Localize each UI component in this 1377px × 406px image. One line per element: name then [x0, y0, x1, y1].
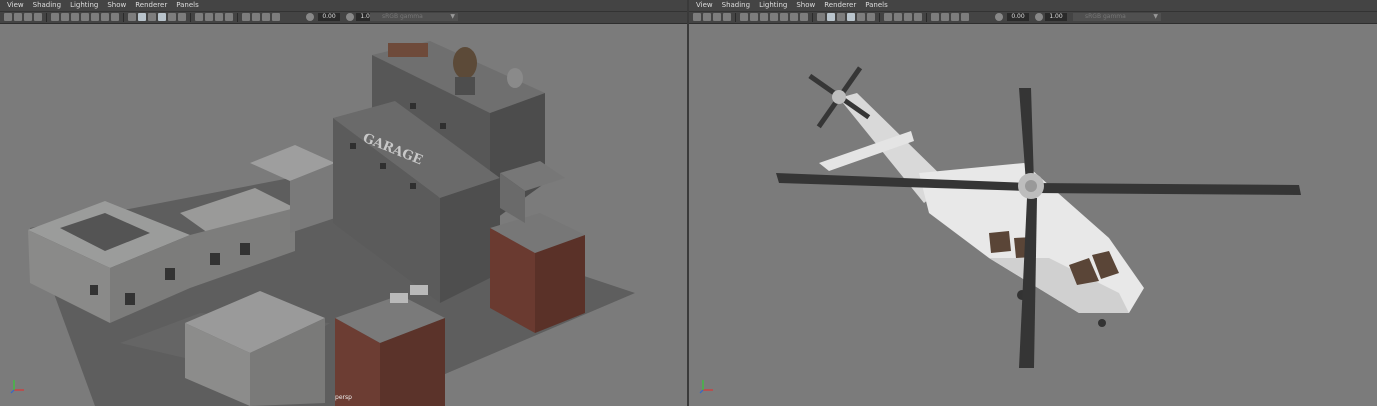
- menu-panels[interactable]: Panels: [865, 0, 888, 11]
- texture-icon[interactable]: [847, 13, 855, 21]
- camera-icon[interactable]: [4, 13, 12, 21]
- menu-shading[interactable]: Shading: [33, 0, 61, 11]
- gamma-field[interactable]: 1.00: [1045, 13, 1067, 21]
- menu-show[interactable]: Show: [796, 0, 815, 11]
- isolate-icon[interactable]: [931, 13, 939, 21]
- resolution-gate-icon[interactable]: [71, 13, 79, 21]
- light-icon[interactable]: [168, 13, 176, 21]
- xray-icon[interactable]: [252, 13, 260, 21]
- wireframe-on-shaded-icon[interactable]: [837, 13, 845, 21]
- smooth-shade-icon[interactable]: [138, 13, 146, 21]
- menu-view[interactable]: View: [696, 0, 713, 11]
- film-gate-icon[interactable]: [61, 13, 69, 21]
- camera-icon[interactable]: [693, 13, 701, 21]
- wireframe-icon[interactable]: [128, 13, 136, 21]
- field-chart-icon[interactable]: [91, 13, 99, 21]
- depth-of-field-icon[interactable]: [914, 13, 922, 21]
- menu-lighting[interactable]: Lighting: [70, 0, 98, 11]
- anti-alias-icon[interactable]: [904, 13, 912, 21]
- viewport-right[interactable]: View Shading Lighting Show Renderer Pane…: [689, 0, 1377, 406]
- menu-renderer[interactable]: Renderer: [824, 0, 856, 11]
- chevron-down-icon: ▼: [1153, 13, 1158, 20]
- gate-mask-icon[interactable]: [770, 13, 778, 21]
- xray-joints-icon[interactable]: [262, 13, 270, 21]
- motion-blur-icon[interactable]: [894, 13, 902, 21]
- exposure-icon[interactable]: [995, 13, 1003, 21]
- isolate-icon[interactable]: [242, 13, 250, 21]
- viewport-menubar: View Shading Lighting Show Renderer Pane…: [689, 0, 1377, 12]
- resolution-gate-icon[interactable]: [760, 13, 768, 21]
- bookmark-icon[interactable]: [24, 13, 32, 21]
- shadow-icon[interactable]: [178, 13, 186, 21]
- texture-icon[interactable]: [158, 13, 166, 21]
- menu-view[interactable]: View: [7, 0, 24, 11]
- xray-joints-icon[interactable]: [951, 13, 959, 21]
- menu-shading[interactable]: Shading: [722, 0, 750, 11]
- field-chart-icon[interactable]: [780, 13, 788, 21]
- image-plane-icon[interactable]: [34, 13, 42, 21]
- xray-icon[interactable]: [941, 13, 949, 21]
- film-gate-icon[interactable]: [750, 13, 758, 21]
- shadow-icon[interactable]: [867, 13, 875, 21]
- safe-action-icon[interactable]: [790, 13, 798, 21]
- motion-blur-icon[interactable]: [205, 13, 213, 21]
- viewport-menubar: View Shading Lighting Show Renderer Pane…: [0, 0, 687, 12]
- grid-icon[interactable]: [740, 13, 748, 21]
- image-plane-icon[interactable]: [723, 13, 731, 21]
- axis-icon: [10, 380, 24, 394]
- camera-attributes-icon[interactable]: [703, 13, 711, 21]
- menu-panels[interactable]: Panels: [176, 0, 199, 11]
- helicopter-model: [776, 66, 1301, 368]
- exposure-field[interactable]: 0.00: [1007, 13, 1029, 21]
- gate-mask-icon[interactable]: [81, 13, 89, 21]
- ambient-occlusion-icon[interactable]: [195, 13, 203, 21]
- helicopter-scene[interactable]: [689, 23, 1377, 406]
- menu-lighting[interactable]: Lighting: [759, 0, 787, 11]
- viewport-left[interactable]: View Shading Lighting Show Renderer Pane…: [0, 0, 687, 406]
- safe-title-icon[interactable]: [111, 13, 119, 21]
- camera-name-label: persp: [335, 394, 352, 401]
- menu-renderer[interactable]: Renderer: [135, 0, 167, 11]
- xray-components-icon[interactable]: [961, 13, 969, 21]
- wireframe-on-shaded-icon[interactable]: [148, 13, 156, 21]
- ambient-occlusion-icon[interactable]: [884, 13, 892, 21]
- light-icon[interactable]: [857, 13, 865, 21]
- colorspace-label: sRGB gamma: [1085, 13, 1126, 20]
- gamma-icon[interactable]: [346, 13, 354, 21]
- menu-show[interactable]: Show: [107, 0, 126, 11]
- gamma-icon[interactable]: [1035, 13, 1043, 21]
- exposure-icon[interactable]: [306, 13, 314, 21]
- bookmark-icon[interactable]: [713, 13, 721, 21]
- chevron-down-icon: ▼: [450, 13, 455, 20]
- colorspace-label: sRGB gamma: [382, 13, 423, 20]
- grid-icon[interactable]: [51, 13, 59, 21]
- wireframe-icon[interactable]: [817, 13, 825, 21]
- xray-components-icon[interactable]: [272, 13, 280, 21]
- safe-action-icon[interactable]: [101, 13, 109, 21]
- anti-alias-icon[interactable]: [215, 13, 223, 21]
- colorspace-dropdown[interactable]: sRGB gamma ▼: [1073, 13, 1161, 21]
- city-scene[interactable]: GARAGE: [0, 23, 687, 406]
- exposure-field[interactable]: 0.00: [318, 13, 340, 21]
- smooth-shade-icon[interactable]: [827, 13, 835, 21]
- safe-title-icon[interactable]: [800, 13, 808, 21]
- depth-of-field-icon[interactable]: [225, 13, 233, 21]
- camera-attributes-icon[interactable]: [14, 13, 22, 21]
- axis-icon: [699, 380, 713, 394]
- colorspace-dropdown[interactable]: sRGB gamma ▼: [370, 13, 458, 21]
- brick-building-right: [490, 161, 585, 333]
